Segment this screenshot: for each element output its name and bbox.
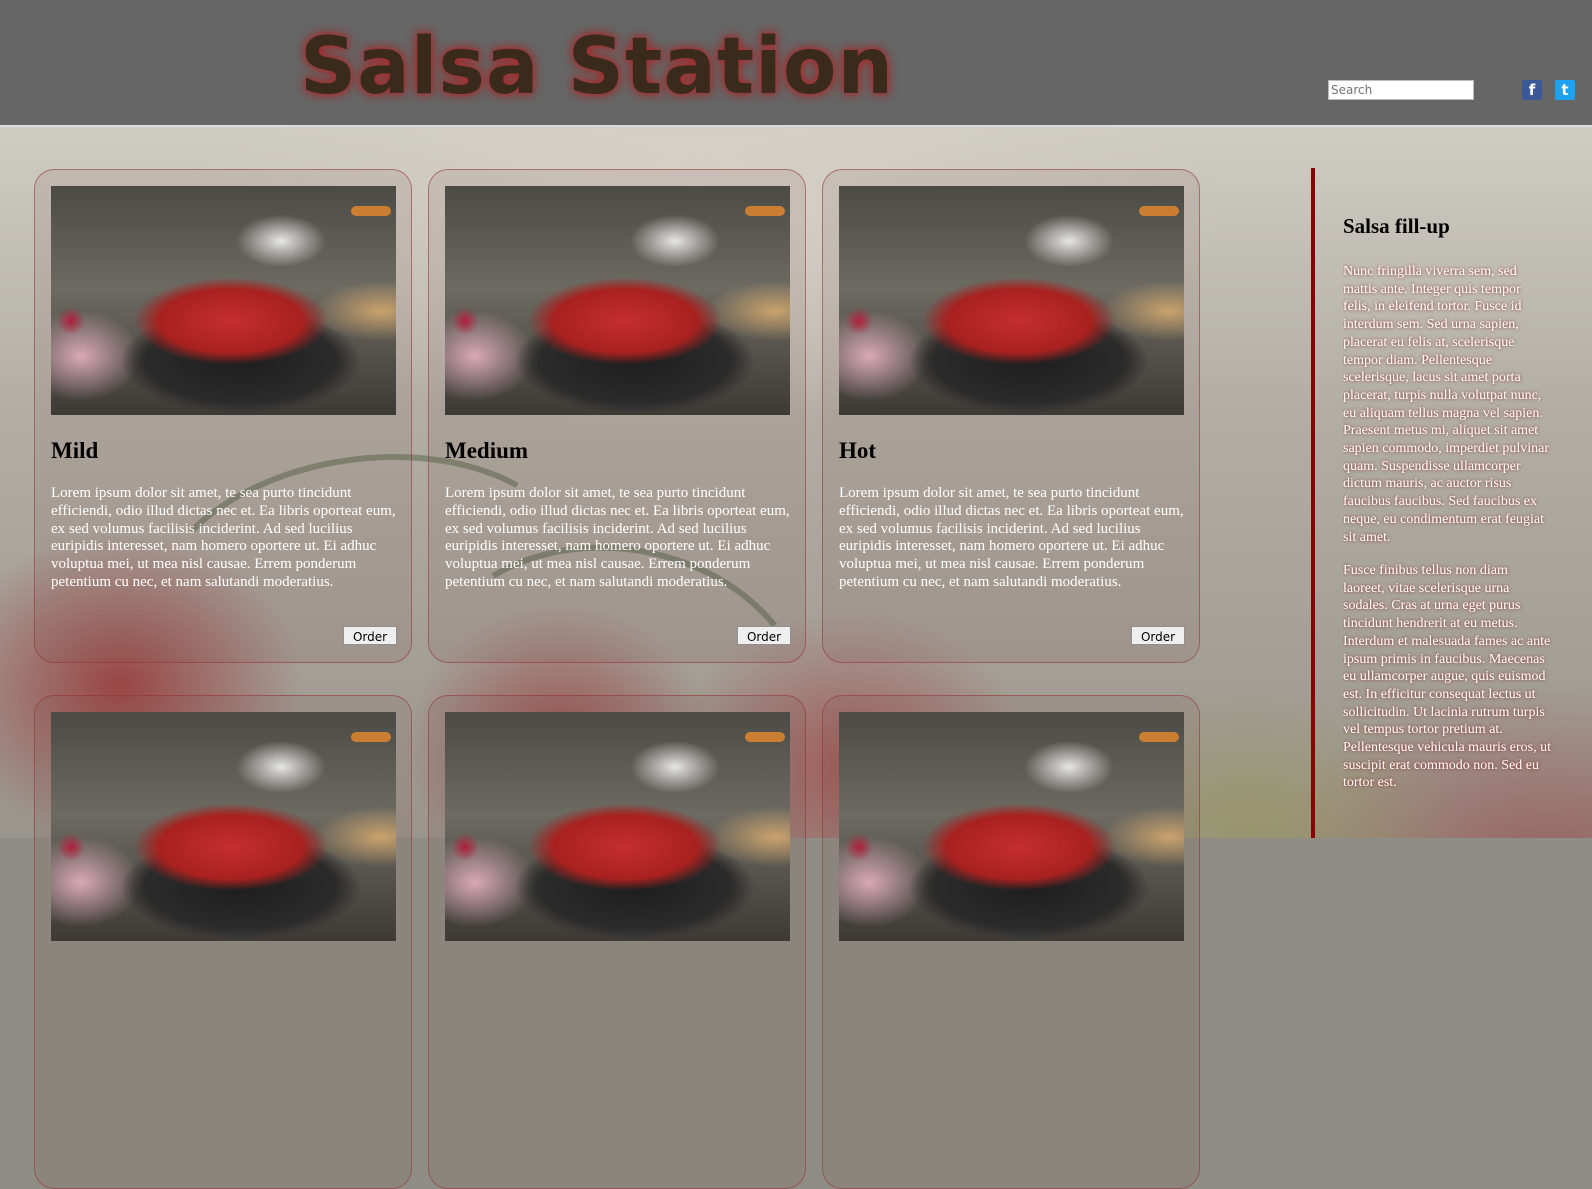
product-card-medium: Medium Lorem ipsum dolor sit amet, te se… <box>428 169 806 663</box>
text-line: sit amet. <box>1343 529 1391 545</box>
text-line: tempor diam. Pellentesque <box>1343 352 1492 368</box>
text-line: sollicitudin. Ut lacinia rutrum turpis <box>1343 704 1545 720</box>
text-line: tortor est. <box>1343 775 1397 791</box>
text-line: placerat eu felis at, scelerisque <box>1343 334 1515 350</box>
product-card <box>34 695 412 1189</box>
text-line: scelerisque, lacus sit amet porta <box>1343 370 1521 386</box>
product-card-mild: Mild Lorem ipsum dolor sit amet, te sea … <box>34 169 412 663</box>
order-button[interactable]: Order <box>1131 626 1185 645</box>
order-button[interactable]: Order <box>343 626 397 645</box>
text-line: sapien commodo, imperdiet pulvinar <box>1343 441 1550 457</box>
text-line: laoreet, vitae scelerisque urna <box>1343 580 1510 596</box>
text-line: dictum mauris, ac auctor risus <box>1343 476 1512 492</box>
text-line: suscipit erat commodo non. Sed eu <box>1343 757 1539 773</box>
text-line: Pellentesque vehicula mauris eros, ut <box>1343 740 1551 756</box>
text-line: eu aliquam tellus magna vel sapien. <box>1343 405 1543 421</box>
card-description: Lorem ipsum dolor sit amet, te sea purto… <box>839 485 1184 590</box>
text-line: interdum sem. Sed urna sapien, <box>1343 317 1519 333</box>
product-card <box>822 695 1200 1189</box>
text-line: Nunc fringilla viverra sem, sed <box>1343 264 1517 279</box>
text-line: est. In efficitur consequat lectus ut <box>1343 686 1536 702</box>
text-line: sodales. Cras at urna eget purus <box>1343 598 1521 614</box>
card-description: Lorem ipsum dolor sit amet, te sea purto… <box>445 485 790 590</box>
product-card-hot: Hot Lorem ipsum dolor sit amet, te sea p… <box>822 169 1200 663</box>
sidebar-paragraph-2: Fusce finibus tellus non diam laoreet, v… <box>1343 562 1592 792</box>
text-line: Fusce finibus tellus non diam <box>1343 563 1508 578</box>
sidebar-title: Salsa fill-up <box>1343 214 1450 238</box>
text-line: quam. Suspendisse ullamcorper <box>1343 458 1521 474</box>
text-line: neque, eu condimentum erat feugiat <box>1343 511 1544 527</box>
text-line: Interdum et malesuada fames ac ante <box>1343 633 1551 649</box>
salsa-photo <box>839 186 1184 415</box>
text-line: mattis ante. Integer quis tempor <box>1343 281 1521 297</box>
salsa-photo <box>445 186 790 415</box>
salsa-photo <box>839 712 1184 941</box>
card-title: Medium <box>445 438 529 463</box>
card-title: Hot <box>839 438 877 463</box>
salsa-photo <box>51 186 396 415</box>
card-title: Mild <box>51 438 99 463</box>
text-line: ipsum primis in faucibus. Maecenas <box>1343 651 1545 667</box>
site-logo[interactable]: Salsa Station <box>300 22 894 112</box>
sidebar-paragraph-1: Nunc fringilla viverra sem, sed mattis a… <box>1343 263 1592 546</box>
text-line: eu ullamcorper augue, quis euismod <box>1343 669 1546 685</box>
sidebar: Salsa fill-up Nunc fringilla viverra sem… <box>1311 168 1592 838</box>
card-description: Lorem ipsum dolor sit amet, te sea purto… <box>51 485 396 590</box>
product-card <box>428 695 806 1189</box>
twitter-icon[interactable]: t <box>1555 80 1575 100</box>
facebook-icon[interactable]: f <box>1522 80 1542 100</box>
text-line: faucibus faucibus. Sed faucibus ex <box>1343 494 1537 510</box>
search-input[interactable] <box>1328 80 1474 100</box>
text-line: tincidunt hendrerit at eu metus. <box>1343 616 1518 632</box>
text-line: placerat, turpis nulla volutpat nunc, <box>1343 387 1542 403</box>
salsa-photo <box>51 712 396 941</box>
text-line: felis, in eleifend tortor. Fusce id <box>1343 299 1522 315</box>
site-header: Salsa Station f t <box>0 0 1592 127</box>
text-line: Praesent metus mi, aliquet sit amet <box>1343 423 1539 439</box>
salsa-photo <box>445 712 790 941</box>
order-button[interactable]: Order <box>737 626 791 645</box>
text-line: vel tempus tortor pretium at. <box>1343 722 1503 738</box>
